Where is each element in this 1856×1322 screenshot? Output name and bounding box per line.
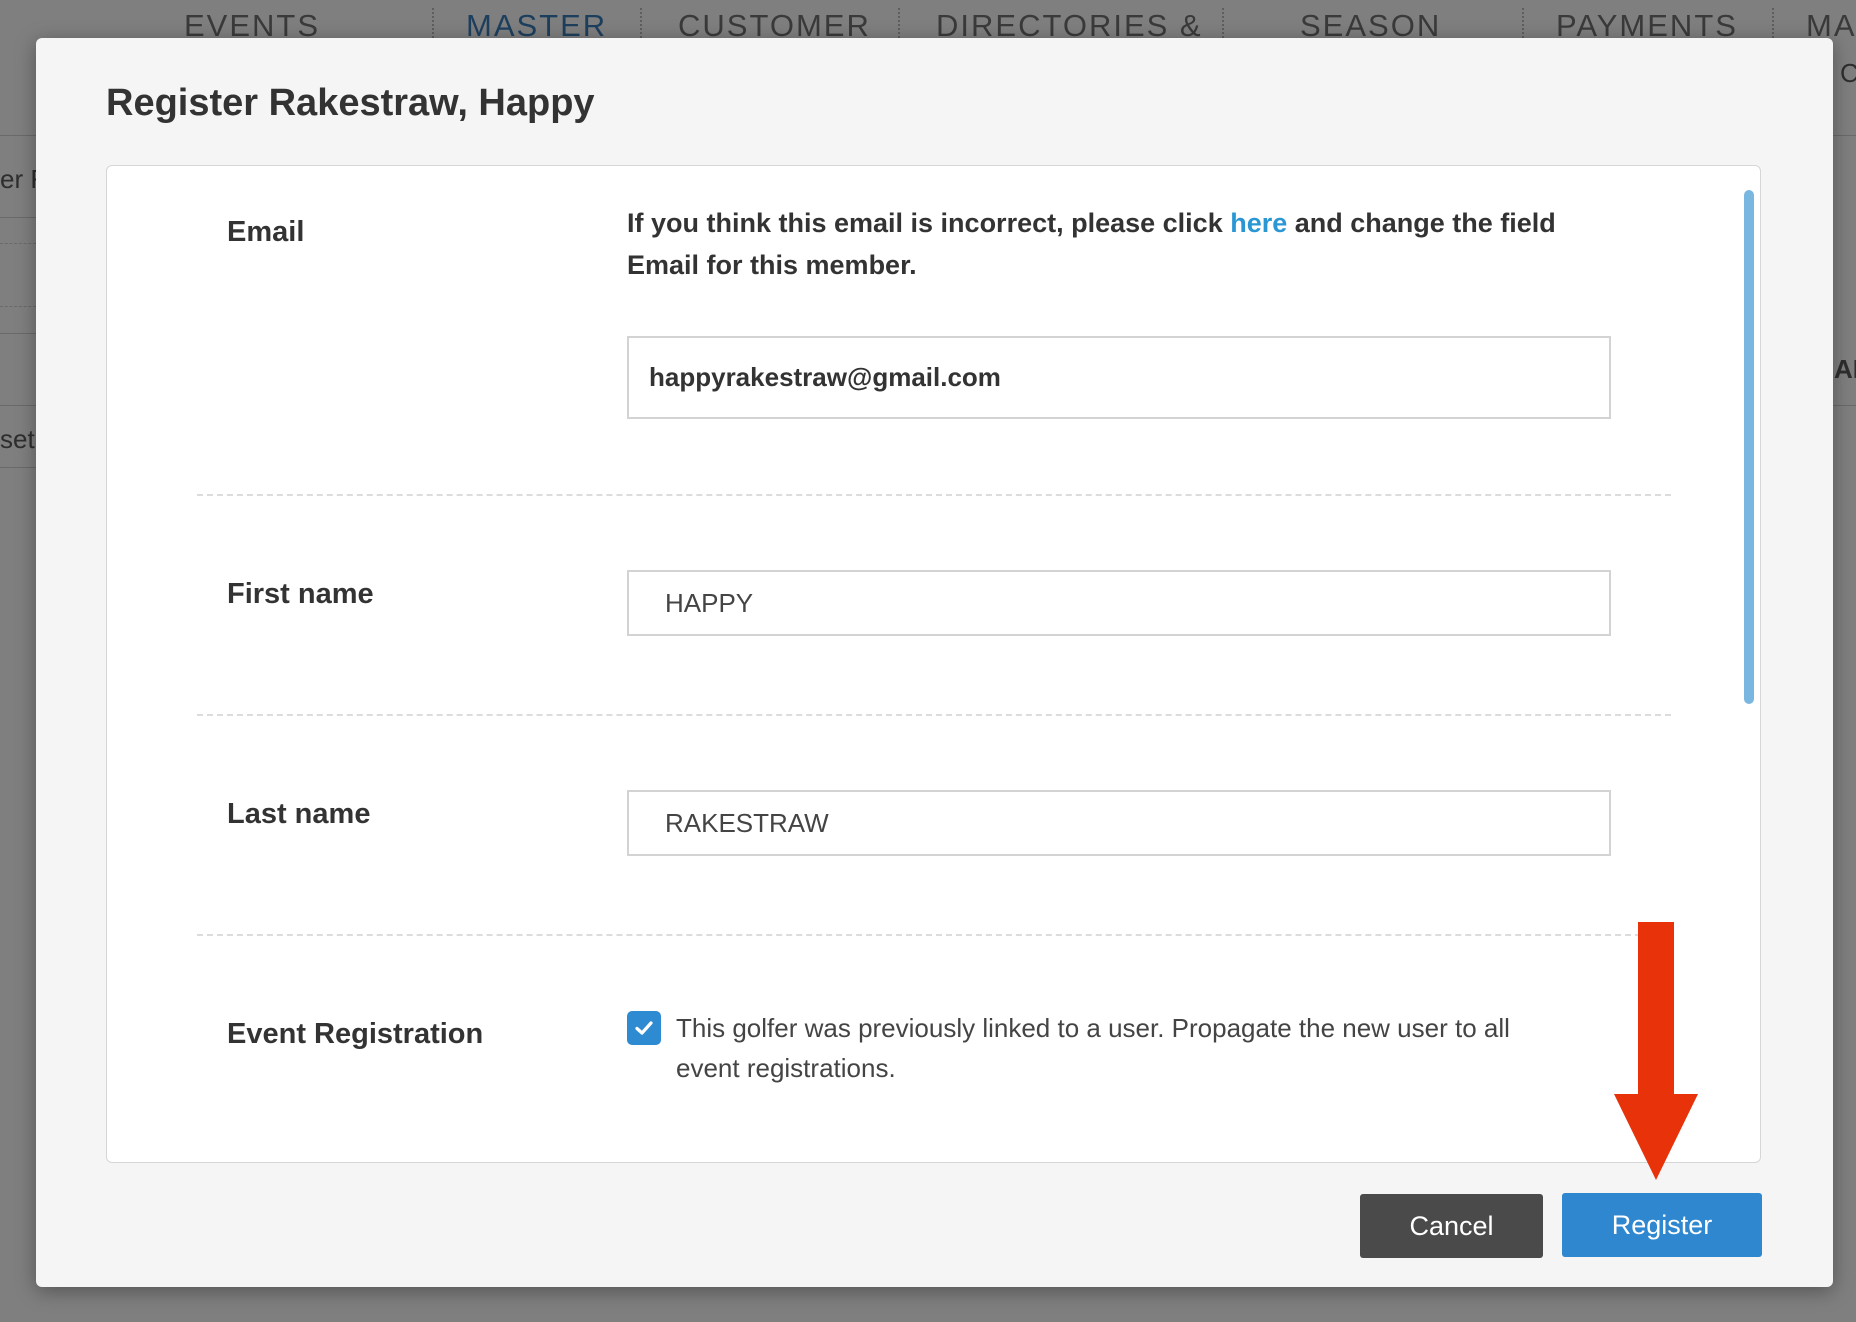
first-name-label: First name xyxy=(227,578,374,610)
arrow-head xyxy=(1614,1094,1698,1180)
bg-divider xyxy=(1833,405,1856,406)
bg-tab-separator xyxy=(898,8,900,38)
modal-title: Register Rakestraw, Happy xyxy=(106,82,595,124)
bg-divider xyxy=(0,135,36,136)
last-name-label: Last name xyxy=(227,798,371,830)
register-modal: Register Rakestraw, Happy Email If you t… xyxy=(36,38,1833,1287)
propagate-text: This golfer was previously linked to a u… xyxy=(676,1013,1510,1083)
bg-divider xyxy=(0,333,36,334)
bg-tab-separator xyxy=(640,8,642,38)
propagate-checkbox[interactable] xyxy=(627,1011,661,1045)
register-button[interactable]: Register xyxy=(1562,1193,1762,1257)
bg-fragment: AF xyxy=(1834,354,1856,384)
bg-divider xyxy=(0,467,36,468)
bg-tab-separator xyxy=(432,8,434,38)
scrollbar[interactable] xyxy=(1744,190,1754,704)
email-row: Email If you think this email is incorre… xyxy=(107,166,1707,496)
form-panel: Email If you think this email is incorre… xyxy=(106,165,1761,1163)
bg-fragment: set xyxy=(0,424,35,454)
first-name-field[interactable]: HAPPY xyxy=(627,570,1611,636)
email-hint-link[interactable]: here xyxy=(1230,208,1287,238)
email-label: Email xyxy=(227,216,305,248)
bg-tab-separator xyxy=(1772,8,1774,38)
bg-tab-separator xyxy=(1222,8,1224,38)
arrow-shaft xyxy=(1638,922,1674,1096)
divider xyxy=(197,934,1671,936)
check-icon xyxy=(635,1021,653,1035)
email-hint-text: If you think this email is incorrect, pl… xyxy=(627,208,1231,238)
bg-fragment: C xyxy=(1840,58,1856,88)
background-nav: EVENTS MASTER CUSTOMER DIRECTORIES & SEA… xyxy=(0,0,1856,43)
email-hint: If you think this email is incorrect, pl… xyxy=(627,202,1627,286)
bg-divider xyxy=(0,217,36,218)
bg-divider xyxy=(1833,135,1856,136)
divider xyxy=(197,714,1671,716)
bg-divider xyxy=(0,243,36,244)
last-name-field[interactable]: RAKESTRAW xyxy=(627,790,1611,856)
cancel-button[interactable]: Cancel xyxy=(1360,1194,1543,1258)
bg-divider xyxy=(0,306,36,307)
email-field[interactable]: happyrakestraw@gmail.com xyxy=(627,336,1611,419)
bg-tab-separator xyxy=(1522,8,1524,38)
divider xyxy=(197,494,1671,496)
event-registration-label: Event Registration xyxy=(227,1018,484,1050)
down-arrow-annotation-icon xyxy=(1614,922,1698,1180)
bg-divider xyxy=(0,405,36,406)
